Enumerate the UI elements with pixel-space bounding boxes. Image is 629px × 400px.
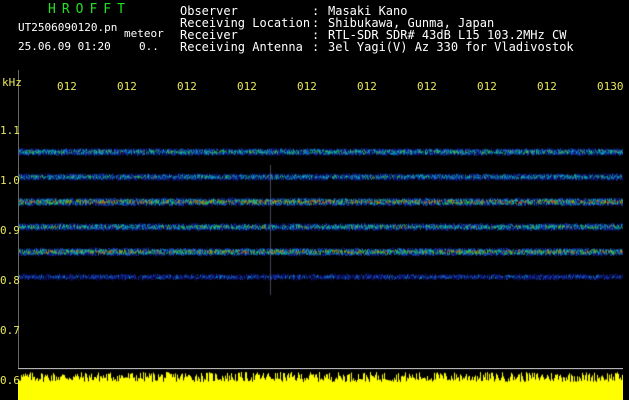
x-tick: 012 xyxy=(237,80,257,93)
y-tick: 1.0 xyxy=(0,174,20,187)
y-tick: 0.6 xyxy=(0,374,20,387)
info-antenna-sep: : xyxy=(312,40,320,54)
x-tick: 012 xyxy=(357,80,377,93)
signal-histogram xyxy=(18,368,623,400)
y-axis-unit: kHz xyxy=(2,76,22,89)
x-tick: 012 xyxy=(57,80,77,93)
x-tick: 012 xyxy=(117,80,137,93)
y-tick: 0.7 xyxy=(0,324,20,337)
app-title: HROFFT xyxy=(48,2,131,17)
x-tick: 012 xyxy=(177,80,197,93)
extra-label: 0.. xyxy=(139,40,159,53)
plot-frame xyxy=(18,70,624,370)
mode-label: meteor xyxy=(124,27,164,40)
y-tick: 0.8 xyxy=(0,274,20,287)
x-tick: 012 xyxy=(417,80,437,93)
x-tick: 012 xyxy=(537,80,557,93)
date-time: 25.06.09 01:20 xyxy=(18,40,111,53)
file-name: UT2506090120.pn xyxy=(18,21,118,34)
info-antenna-label: Receiving Antenna xyxy=(180,40,303,54)
y-tick: 0.9 xyxy=(0,224,20,237)
x-tick: 012 xyxy=(297,80,317,93)
x-tick: 0130 xyxy=(597,80,624,93)
x-tick: 012 xyxy=(477,80,497,93)
y-tick: 1.1 xyxy=(0,124,20,137)
info-antenna-value: 3el Yagi(V) Az 330 for Vladivostok xyxy=(328,40,574,54)
